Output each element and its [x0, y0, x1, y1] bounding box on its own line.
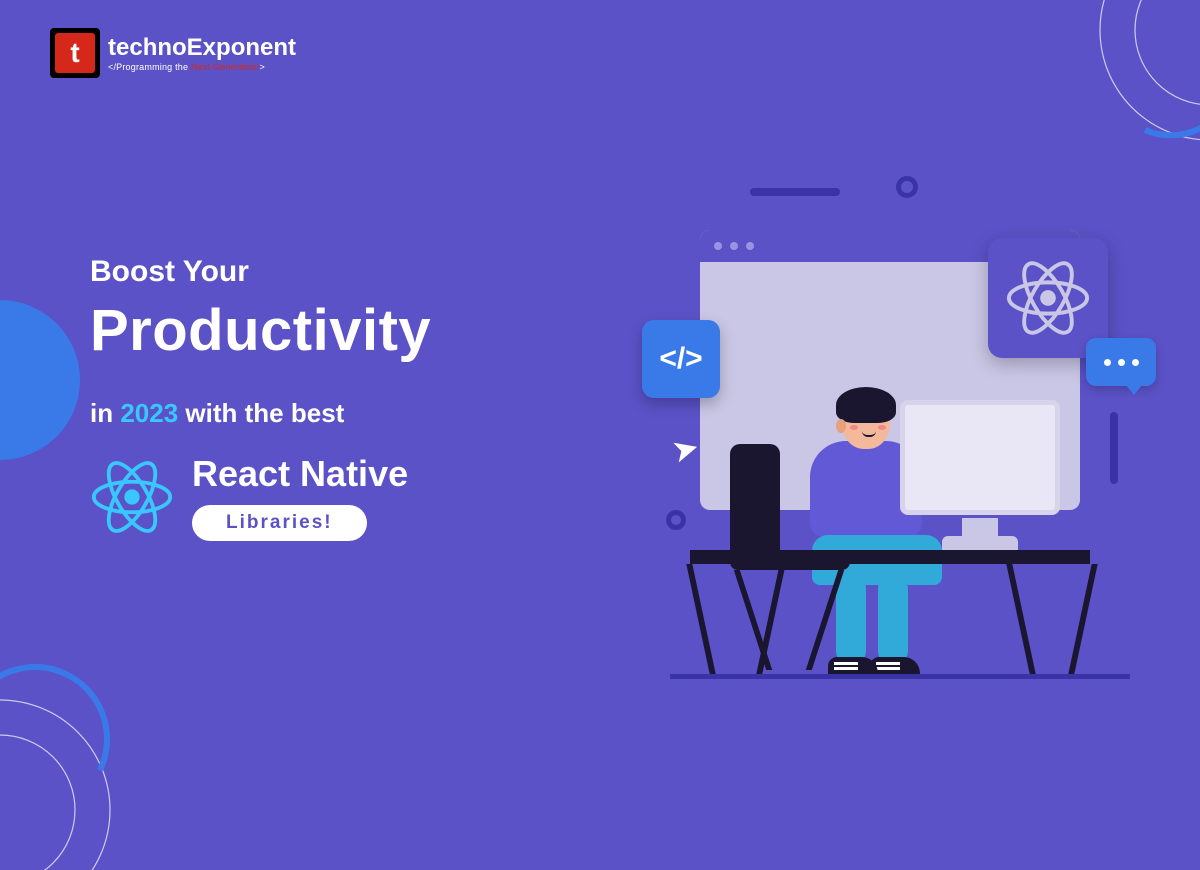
person-blush [850, 425, 858, 430]
person-ear [836, 419, 846, 433]
chair-seat [730, 554, 850, 570]
headline-line1: Boost Your [90, 255, 431, 289]
person-leg [836, 575, 866, 665]
tagline-accent: Next Generation [191, 62, 260, 72]
code-badge: </> [642, 320, 720, 398]
desk-leg [1006, 564, 1035, 674]
decorative-ring [666, 510, 686, 530]
line3-suffix: with the best [178, 398, 344, 428]
decorative-circle-left [0, 300, 80, 460]
logo-mark: t [50, 28, 100, 78]
headline-line2: Productivity [90, 297, 431, 364]
floor-line [670, 674, 1130, 679]
react-native-title: React Native [192, 453, 408, 495]
desk-leg [686, 564, 715, 674]
person-eye [858, 417, 862, 421]
cursor-icon: ➤ [668, 427, 704, 471]
react-native-col: React Native Libraries! [192, 453, 408, 541]
react-icon [1005, 255, 1091, 341]
logo-text: technoExponent </Programming the Next Ge… [108, 34, 296, 72]
person-hair [836, 387, 896, 423]
logo-tagline: </Programming the Next Generation> [108, 62, 296, 72]
line3-prefix: in [90, 398, 120, 428]
headline-block: Boost Your Productivity in 2023 with the… [90, 255, 431, 541]
window-dot [746, 242, 754, 250]
monitor-stand [962, 518, 998, 538]
logo-name-bold: Exponent [187, 34, 296, 61]
chat-dot [1104, 359, 1111, 366]
decorative-line [750, 188, 840, 196]
chat-dot [1118, 359, 1125, 366]
window-dot [730, 242, 738, 250]
brand-logo: t technoExponent </Programming the Next … [50, 28, 296, 78]
monitor-screen [900, 400, 1060, 515]
react-native-row: React Native Libraries! [90, 453, 431, 541]
tagline-suffix: > [259, 62, 264, 72]
tagline-prefix: </Programming the [108, 62, 191, 72]
chat-bubble [1086, 338, 1156, 386]
libraries-pill: Libraries! [192, 505, 367, 541]
window-dot [714, 242, 722, 250]
person-eye [874, 417, 878, 421]
illustration: </> ➤ [580, 170, 1140, 690]
decorative-line-vertical [1110, 412, 1118, 484]
logo-letter: t [55, 33, 95, 73]
chat-dot [1132, 359, 1139, 366]
desk-leg [1068, 564, 1097, 674]
decorative-ring [896, 176, 918, 198]
headline-year: 2023 [120, 398, 178, 428]
monitor-base [942, 536, 1018, 550]
code-icon: </> [659, 342, 702, 376]
person-blush [878, 425, 886, 430]
headline-line3: in 2023 with the best [90, 398, 431, 429]
logo-name-light: techno [108, 34, 187, 61]
decorative-arcs-bottom-left [0, 610, 200, 870]
banner-canvas: t technoExponent </Programming the Next … [0, 0, 1200, 800]
logo-title: technoExponent [108, 34, 296, 62]
react-icon [90, 455, 174, 539]
person-leg [878, 575, 908, 665]
